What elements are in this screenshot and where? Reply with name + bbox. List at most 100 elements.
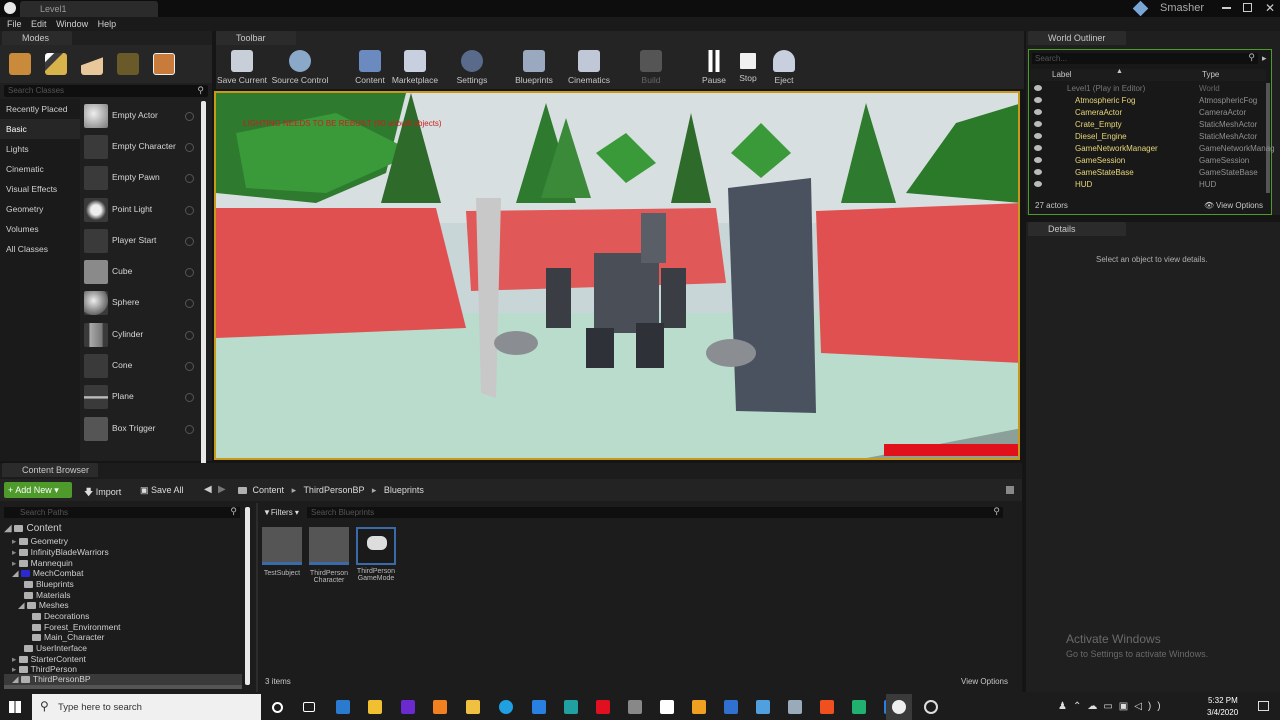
tree-item-decorations[interactable]: Decorations bbox=[32, 611, 89, 621]
content-browser-tab[interactable]: Content Browser bbox=[2, 463, 98, 477]
help-icon[interactable] bbox=[185, 174, 194, 183]
menu-help[interactable]: Help bbox=[98, 17, 117, 31]
help-icon[interactable] bbox=[185, 143, 194, 152]
tree-item-forest-environment[interactable]: Forest_Environment bbox=[32, 622, 121, 632]
tree-item-meshes[interactable]: ◢ Meshes bbox=[18, 600, 69, 611]
paint-mode-icon[interactable] bbox=[45, 53, 67, 75]
store-icon[interactable] bbox=[362, 694, 388, 720]
actor-sphere[interactable]: Sphere bbox=[84, 289, 200, 317]
settings-button[interactable]: Settings bbox=[442, 48, 502, 85]
help-icon[interactable] bbox=[185, 112, 194, 121]
breadcrumb-blueprints[interactable]: Blueprints bbox=[384, 485, 424, 495]
app-icon[interactable] bbox=[622, 694, 648, 720]
outliner-row[interactable]: CameraActor CameraActor bbox=[1031, 107, 1267, 119]
app-icon[interactable] bbox=[526, 694, 552, 720]
eye-icon[interactable] bbox=[1034, 181, 1042, 187]
taskbar-search-input[interactable]: ⚲ Type here to search bbox=[32, 694, 261, 720]
eye-icon[interactable] bbox=[1034, 133, 1042, 139]
actor-empty-character[interactable]: Empty Character bbox=[84, 133, 200, 161]
tree-item-thirdpersonbp[interactable]: ◢ ThirdPersonBP bbox=[4, 674, 242, 685]
category-cinematic[interactable]: Cinematic bbox=[6, 164, 44, 174]
tree-item-content[interactable]: ◢ Content bbox=[4, 523, 62, 534]
notepad-icon[interactable] bbox=[654, 694, 680, 720]
cinematics-button[interactable]: Cinematics bbox=[559, 48, 619, 85]
tree-item-mechcombat[interactable]: ◢ MechCombat bbox=[12, 568, 83, 579]
category-basic[interactable]: Basic bbox=[6, 124, 27, 134]
actor-point-light[interactable]: Point Light bbox=[84, 196, 200, 224]
col-label[interactable]: Label bbox=[1052, 70, 1072, 79]
maximize-button[interactable] bbox=[1243, 3, 1252, 12]
category-volumes[interactable]: Volumes bbox=[6, 224, 39, 234]
help-icon[interactable] bbox=[185, 393, 194, 402]
outliner-row[interactable]: HUD HUD bbox=[1031, 179, 1267, 191]
actor-box-trigger[interactable]: Box Trigger bbox=[84, 415, 200, 443]
menu-window[interactable]: Window bbox=[56, 17, 88, 31]
tree-item-blueprints[interactable]: Blueprints bbox=[24, 579, 74, 589]
app-icon[interactable] bbox=[846, 694, 872, 720]
outliner-row[interactable]: Level1 (Play in Editor) World bbox=[1031, 83, 1267, 95]
geometry-mode-icon[interactable] bbox=[153, 53, 175, 75]
marketplace-button[interactable]: Marketplace bbox=[385, 48, 445, 85]
details-tab[interactable]: Details bbox=[1028, 222, 1126, 236]
app-icon[interactable] bbox=[750, 694, 776, 720]
settings-app-icon[interactable] bbox=[558, 694, 584, 720]
add-new-button[interactable]: + Add New ▾ bbox=[4, 482, 72, 498]
outliner-row[interactable]: GameStateBase GameStateBase bbox=[1031, 167, 1267, 179]
skype-icon[interactable] bbox=[493, 694, 519, 720]
actor-plane[interactable]: Plane bbox=[84, 383, 200, 411]
eject-button[interactable]: Eject bbox=[754, 48, 814, 85]
actor-list-scrollbar[interactable] bbox=[201, 101, 206, 469]
outliner-search-input[interactable]: Search... ⚲ bbox=[1032, 52, 1258, 64]
help-icon[interactable] bbox=[185, 206, 194, 215]
actor-cube[interactable]: Cube bbox=[84, 258, 200, 286]
help-icon[interactable] bbox=[185, 331, 194, 340]
brave-icon[interactable] bbox=[814, 694, 840, 720]
breadcrumb-content[interactable]: Content bbox=[253, 485, 285, 495]
tree-item-main-character[interactable]: Main_Character bbox=[32, 632, 104, 642]
asset-testsubject[interactable]: TestSubject bbox=[262, 527, 302, 587]
asset-thirdperson-gamemode[interactable]: ThirdPerson GameMode bbox=[356, 527, 396, 587]
outliner-row[interactable]: Crate_Empty StaticMeshActor bbox=[1031, 119, 1267, 131]
outliner-view-options[interactable]: View Options bbox=[1216, 201, 1263, 210]
source-control-button[interactable]: Source Control bbox=[270, 48, 330, 85]
netflix-icon[interactable] bbox=[590, 694, 616, 720]
file-explorer-icon[interactable] bbox=[460, 694, 486, 720]
autodesk-icon[interactable] bbox=[686, 694, 712, 720]
windows-start-icon[interactable] bbox=[9, 701, 21, 713]
foliage-mode-icon[interactable] bbox=[117, 53, 139, 75]
folder-tree-scrollbar[interactable] bbox=[245, 507, 250, 685]
folder-tree-hscrollbar[interactable] bbox=[4, 685, 242, 689]
place-mode-icon[interactable] bbox=[9, 53, 31, 75]
cb-view-options[interactable]: View Options bbox=[961, 677, 1008, 686]
eye-icon[interactable] bbox=[1034, 109, 1042, 115]
actor-cylinder[interactable]: Cylinder bbox=[84, 321, 200, 349]
import-button[interactable]: 🡇 Import bbox=[84, 485, 121, 501]
game-viewport[interactable]: LIGHTING NEEDS TO BE REBUILT (90 unbuilt… bbox=[214, 91, 1020, 460]
system-tray-icons[interactable]: ♟⌃☁▭▣◁)) bbox=[1058, 701, 1167, 712]
eye-icon[interactable] bbox=[1034, 145, 1042, 151]
breadcrumb-thirdpersonbp[interactable]: ThirdPersonBP bbox=[303, 485, 364, 495]
help-icon[interactable] bbox=[185, 299, 194, 308]
category-all-classes[interactable]: All Classes bbox=[6, 244, 48, 254]
level-tab[interactable]: Level1 bbox=[20, 1, 158, 17]
actor-cone[interactable]: Cone bbox=[84, 352, 200, 380]
outliner-settings-icon[interactable]: ▸ bbox=[1262, 53, 1272, 63]
outliner-row[interactable]: Atmospheric Fog AtmosphericFog bbox=[1031, 95, 1267, 107]
outliner-row[interactable]: GameNetworkManager GameNetworkManag bbox=[1031, 143, 1275, 155]
eye-icon[interactable] bbox=[1034, 85, 1042, 91]
actor-empty-actor[interactable]: Empty Actor bbox=[84, 102, 200, 130]
eye-icon[interactable] bbox=[1034, 169, 1042, 175]
search-paths-input[interactable]: Search Paths ⚲ bbox=[4, 506, 240, 518]
eye-icon[interactable] bbox=[1034, 97, 1042, 103]
minimize-button[interactable] bbox=[1222, 7, 1231, 9]
unreal-taskbar-icon[interactable] bbox=[886, 694, 912, 720]
menu-edit[interactable]: Edit bbox=[31, 17, 47, 31]
modes-tab[interactable]: Modes bbox=[2, 31, 72, 45]
help-icon[interactable] bbox=[185, 237, 194, 246]
category-recently-placed[interactable]: Recently Placed bbox=[6, 104, 67, 114]
task-view-icon[interactable] bbox=[296, 694, 322, 720]
menu-file[interactable]: File bbox=[7, 17, 22, 31]
tree-item-materials[interactable]: Materials bbox=[24, 590, 70, 600]
eye-icon[interactable] bbox=[1034, 157, 1042, 163]
build-button[interactable]: Build bbox=[621, 48, 681, 85]
